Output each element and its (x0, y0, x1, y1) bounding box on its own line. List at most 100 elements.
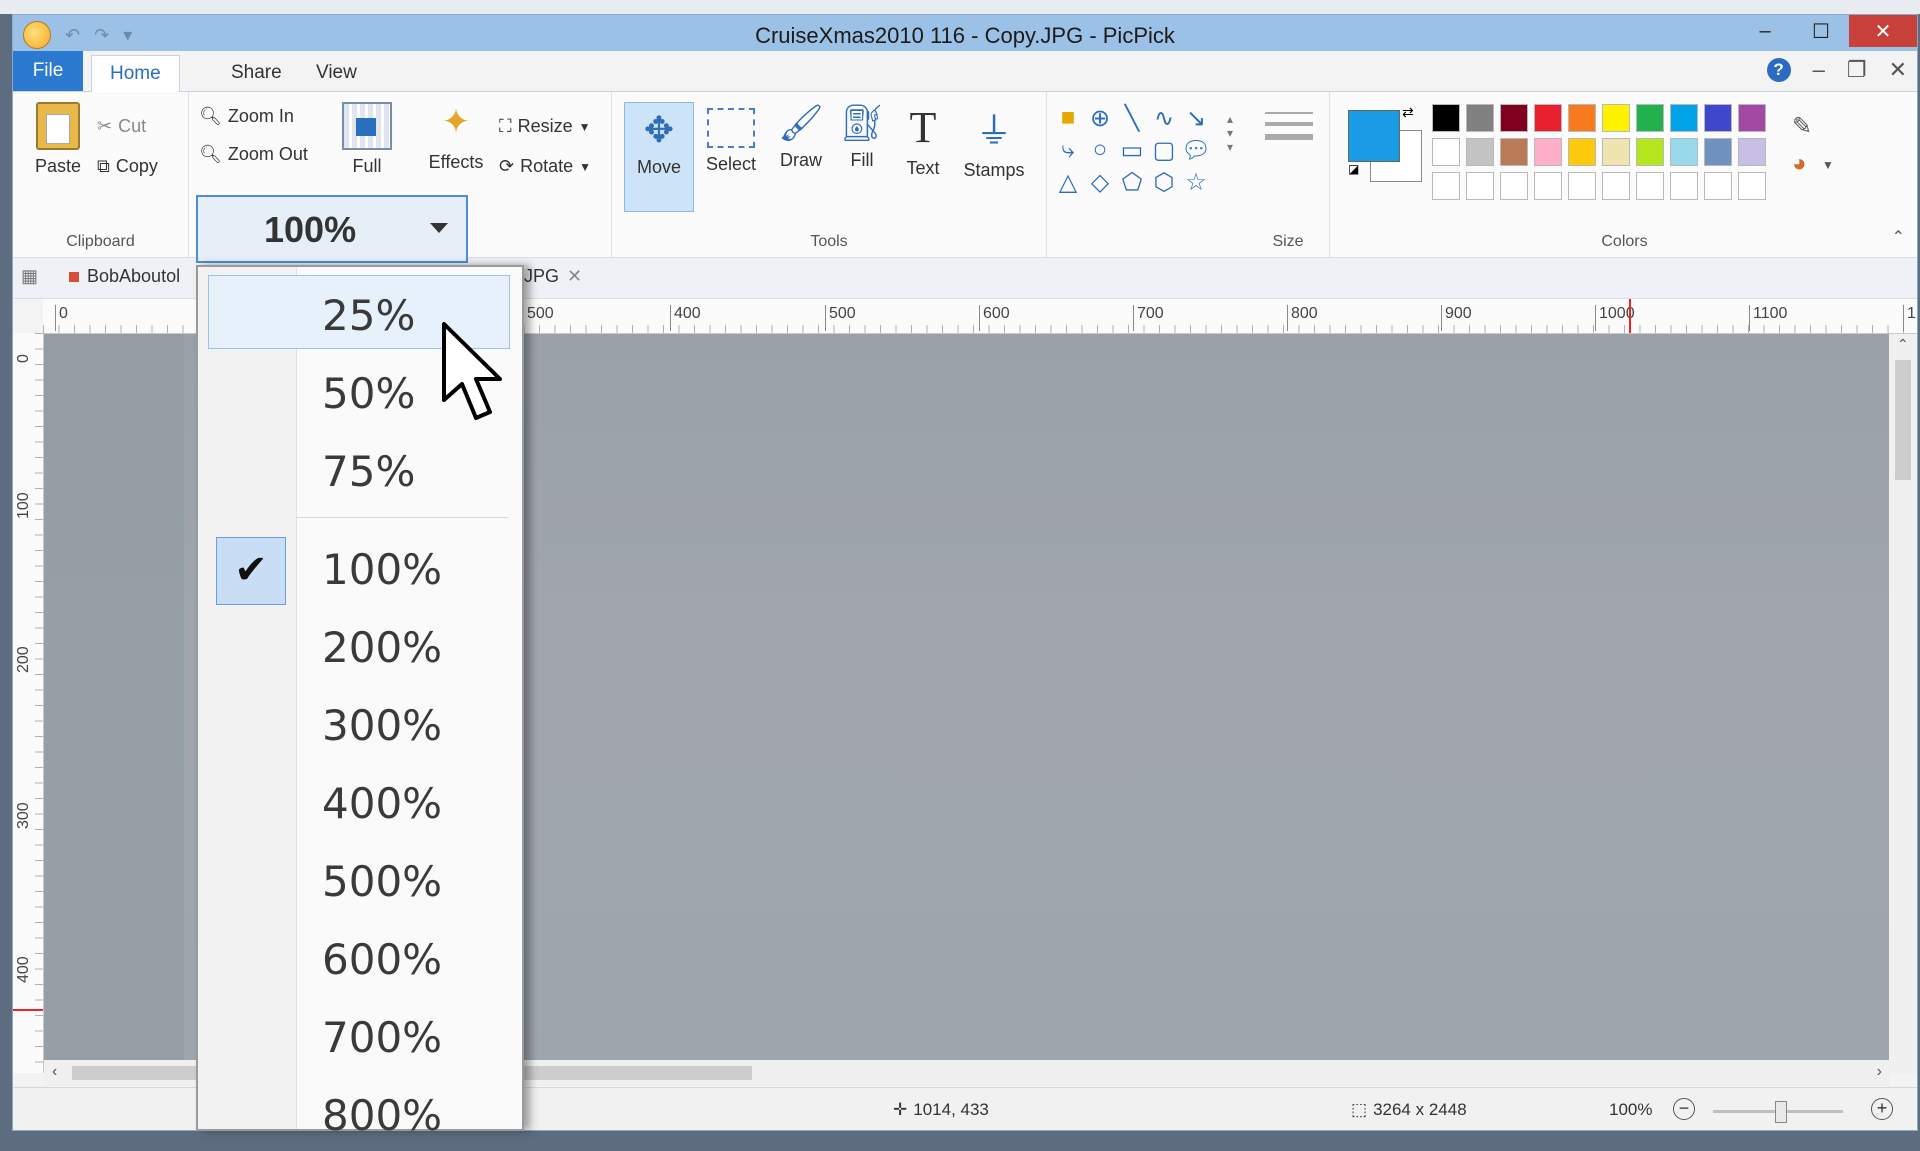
crosshair-shape-icon[interactable]: ⊕ (1085, 104, 1115, 133)
color-swatch[interactable] (1568, 138, 1596, 166)
doc-tab-1[interactable]: BobAboutol (69, 266, 180, 287)
star-shape-icon[interactable]: ☆ (1181, 168, 1211, 197)
zoom-option-75[interactable]: 75% (198, 431, 522, 507)
color-swatch[interactable] (1466, 104, 1494, 132)
color-swatch[interactable] (1602, 138, 1630, 166)
zoom-option-400[interactable]: 400% (198, 763, 522, 839)
color-swatch[interactable] (1636, 104, 1664, 132)
copy-button[interactable]: ⧉ Copy (97, 156, 158, 177)
rotate-button[interactable]: ⟳ Rotate ▼ (499, 156, 591, 177)
zoom-slider[interactable] (1713, 1101, 1843, 1123)
color-swatch[interactable] (1704, 138, 1732, 166)
zoom-option-700[interactable]: 700% (198, 997, 522, 1073)
color-swatch[interactable] (1500, 172, 1528, 200)
color-swatch[interactable] (1602, 104, 1630, 132)
triangle-shape-icon[interactable]: △ (1053, 168, 1083, 197)
color-swatch[interactable] (1466, 172, 1494, 200)
select-tool-button[interactable]: Select (698, 102, 764, 175)
ribbon-close-icon[interactable]: ✕ (1889, 57, 1907, 83)
stamps-tool-button[interactable]: ⏚ Stamps (956, 102, 1032, 181)
color-swatch[interactable] (1738, 172, 1766, 200)
zoom-option-500[interactable]: 500% (198, 841, 522, 917)
color-swatch[interactable] (1432, 172, 1460, 200)
rounded-rect-shape-icon[interactable]: ▢ (1149, 136, 1179, 165)
zoom-out-button[interactable]: 🔍︎ Zoom Out (199, 144, 308, 165)
tab-list-icon[interactable]: ▦ (21, 266, 38, 287)
zoom-option-200[interactable]: 200% (198, 607, 522, 683)
maximize-window-button[interactable]: ☐ (1793, 15, 1849, 47)
color-swatch[interactable] (1602, 172, 1630, 200)
full-screen-button[interactable]: Full (339, 102, 395, 177)
cut-button[interactable]: ✂ Cut (97, 116, 146, 137)
color-more-icon[interactable]: ▼ (1822, 158, 1834, 172)
zoom-in-status-button[interactable]: + (1871, 1098, 1893, 1120)
color-swatch[interactable] (1568, 104, 1596, 132)
tab-file[interactable]: File (13, 51, 83, 91)
eyedropper-icon[interactable]: ✎ (1792, 112, 1812, 141)
color-swatch[interactable] (1568, 172, 1596, 200)
zoom-option-800[interactable]: 800% (198, 1075, 522, 1151)
scroll-left-icon[interactable]: ‹ (52, 1063, 57, 1081)
arrow-shape-icon[interactable]: ↘ (1181, 104, 1211, 133)
curve-shape-icon[interactable]: ∿ (1149, 104, 1179, 133)
color-swatch[interactable] (1636, 138, 1664, 166)
color-swatch[interactable] (1500, 138, 1528, 166)
callout-shape-icon[interactable]: 💬︎ (1181, 136, 1211, 165)
tab-home[interactable]: Home (91, 55, 180, 92)
tab-view[interactable]: View (298, 55, 375, 91)
close-window-button[interactable]: ✕ (1849, 15, 1917, 47)
chevron-down-icon[interactable] (430, 223, 448, 233)
text-tool-button[interactable]: T Text (898, 102, 948, 179)
ribbon-minimize-icon[interactable]: – (1813, 57, 1825, 83)
zoom-out-status-button[interactable]: − (1673, 1098, 1695, 1120)
close-tab-icon[interactable]: ✕ (567, 266, 582, 287)
vertical-scrollbar[interactable]: ⌃ (1889, 334, 1917, 1074)
color-swatch[interactable] (1704, 104, 1732, 132)
color-swatch[interactable] (1432, 104, 1460, 132)
color-swatch[interactable] (1500, 104, 1528, 132)
line-size-icon[interactable] (1265, 112, 1313, 140)
color-swatch[interactable] (1534, 138, 1562, 166)
scroll-right-icon[interactable]: › (1877, 1063, 1882, 1081)
resize-button[interactable]: ⛶ Resize ▼ (499, 116, 591, 137)
diamond-shape-icon[interactable]: ◇ (1085, 168, 1115, 197)
color-swatch[interactable] (1670, 172, 1698, 200)
draw-tool-button[interactable]: 🖌︎ Draw (768, 102, 834, 171)
effects-button[interactable]: ✦ Effects (423, 102, 489, 173)
zoom-combo-box[interactable]: 100% (196, 195, 468, 263)
scroll-up-icon[interactable]: ⌃ (1897, 336, 1909, 353)
paste-button[interactable]: Paste (31, 102, 85, 177)
color-wheel-icon[interactable]: ◕ (1792, 150, 1807, 178)
color-swatch[interactable] (1704, 172, 1732, 200)
gallery-more-icon[interactable]: ▴ ▾ ▾ (1215, 112, 1245, 154)
color-swatch[interactable] (1534, 172, 1562, 200)
collapse-ribbon-icon[interactable]: ⌃ (1892, 227, 1905, 247)
zoom-option-300[interactable]: 300% (198, 685, 522, 761)
rectangle-select-shape-icon[interactable]: ■ (1053, 104, 1083, 132)
color-swatch[interactable] (1636, 172, 1664, 200)
fill-tool-button[interactable]: ⛽︎ Fill (834, 102, 890, 171)
help-icon[interactable]: ? (1766, 58, 1791, 82)
color-swatch[interactable] (1670, 104, 1698, 132)
zoom-option-600[interactable]: 600% (198, 919, 522, 995)
pentagon-shape-icon[interactable]: ⬠ (1117, 168, 1147, 197)
vertical-scroll-thumb[interactable] (1895, 360, 1911, 480)
swap-colors-icon[interactable]: ⇄ (1402, 104, 1414, 121)
reset-colors-icon[interactable]: ◪ (1348, 162, 1359, 176)
color-swatch[interactable] (1534, 104, 1562, 132)
doc-tab-2[interactable]: .JPG ✕ (519, 266, 582, 287)
zoom-in-button[interactable]: 🔍︎ Zoom In (199, 106, 294, 127)
ribbon-restore-icon[interactable]: ❐ (1847, 57, 1867, 83)
color-swatch[interactable] (1738, 104, 1766, 132)
move-tool-button[interactable]: ✥ Move (624, 102, 694, 212)
line-shape-icon[interactable]: ╲ (1117, 104, 1147, 133)
zoom-slider-knob[interactable] (1775, 1101, 1787, 1123)
color-swatch[interactable] (1432, 138, 1460, 166)
zoom-option-100[interactable]: ✔ 100% (198, 529, 522, 605)
color-swatch[interactable] (1466, 138, 1494, 166)
rectangle-shape-icon[interactable]: ▭ (1117, 136, 1147, 165)
ellipse-shape-icon[interactable]: ○ (1085, 136, 1115, 164)
hexagon-shape-icon[interactable]: ⬡ (1149, 168, 1179, 197)
color-swatch[interactable] (1738, 138, 1766, 166)
color-swatch[interactable] (1670, 138, 1698, 166)
